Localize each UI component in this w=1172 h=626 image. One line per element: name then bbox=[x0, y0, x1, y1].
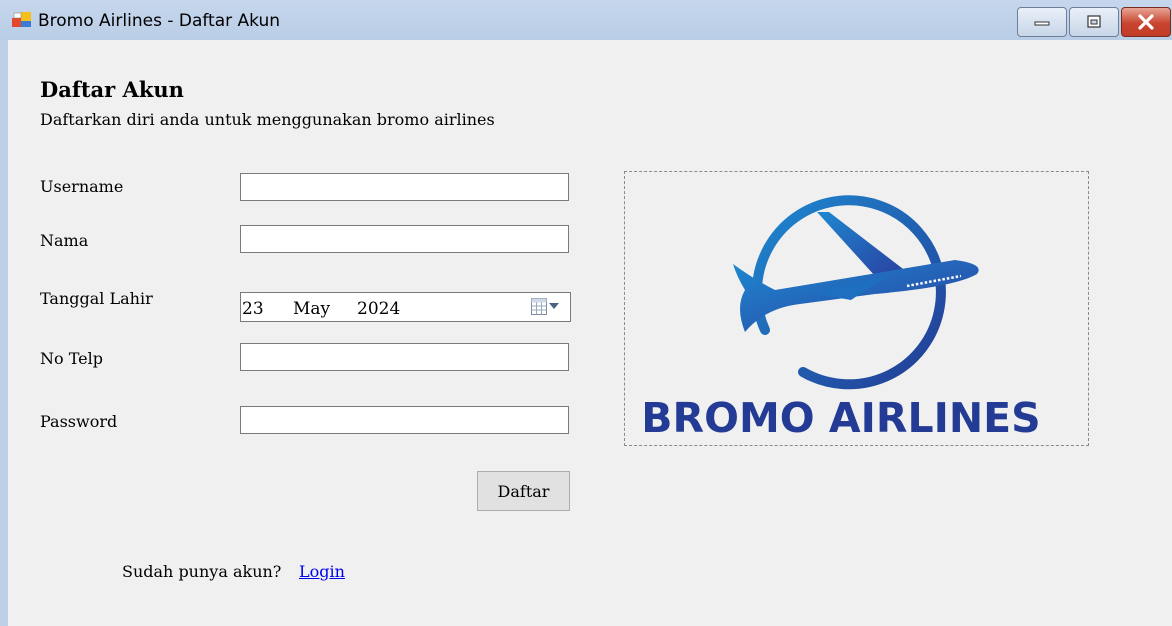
no-telp-label: No Telp bbox=[40, 349, 103, 368]
close-icon bbox=[1138, 14, 1154, 30]
date-month[interactable]: May bbox=[293, 299, 330, 319]
close-button[interactable] bbox=[1121, 7, 1171, 37]
logo-picture: BROMO AIRLINES bbox=[624, 171, 1089, 446]
username-input[interactable] bbox=[240, 173, 569, 201]
login-link[interactable]: Login bbox=[299, 562, 345, 581]
app-window-icon bbox=[12, 12, 31, 27]
calendar-icon[interactable] bbox=[531, 298, 547, 315]
airline-logo: BROMO AIRLINES bbox=[641, 195, 1041, 442]
date-year[interactable]: 2024 bbox=[357, 299, 400, 319]
page-title: Daftar Akun bbox=[40, 77, 184, 102]
minimize-button[interactable] bbox=[1017, 7, 1067, 37]
window-title: Bromo Airlines - Daftar Akun bbox=[38, 11, 281, 31]
maximize-icon bbox=[1087, 15, 1101, 28]
window-border bbox=[0, 40, 8, 626]
title-bar: Bromo Airlines - Daftar Akun bbox=[0, 0, 1172, 40]
nama-label: Nama bbox=[40, 231, 89, 250]
maximize-button[interactable] bbox=[1069, 7, 1119, 37]
tanggal-lahir-datepicker[interactable]: 23 May 2024 bbox=[240, 292, 571, 322]
password-input[interactable] bbox=[240, 406, 569, 434]
nama-input[interactable] bbox=[240, 225, 569, 253]
daftar-button[interactable]: Daftar bbox=[477, 471, 570, 511]
tanggal-lahir-label: Tanggal Lahir bbox=[40, 289, 153, 308]
logo-wordmark: BROMO AIRLINES bbox=[641, 394, 1040, 442]
login-prompt: Sudah punya akun? bbox=[122, 562, 282, 581]
no-telp-input[interactable] bbox=[240, 343, 569, 371]
page-subtitle: Daftarkan diri anda untuk menggunakan br… bbox=[40, 110, 495, 129]
date-day[interactable]: 23 bbox=[242, 299, 264, 319]
minimize-icon bbox=[1034, 21, 1050, 26]
chevron-down-icon[interactable] bbox=[549, 303, 559, 309]
username-label: Username bbox=[40, 177, 124, 196]
password-label: Password bbox=[40, 412, 118, 431]
